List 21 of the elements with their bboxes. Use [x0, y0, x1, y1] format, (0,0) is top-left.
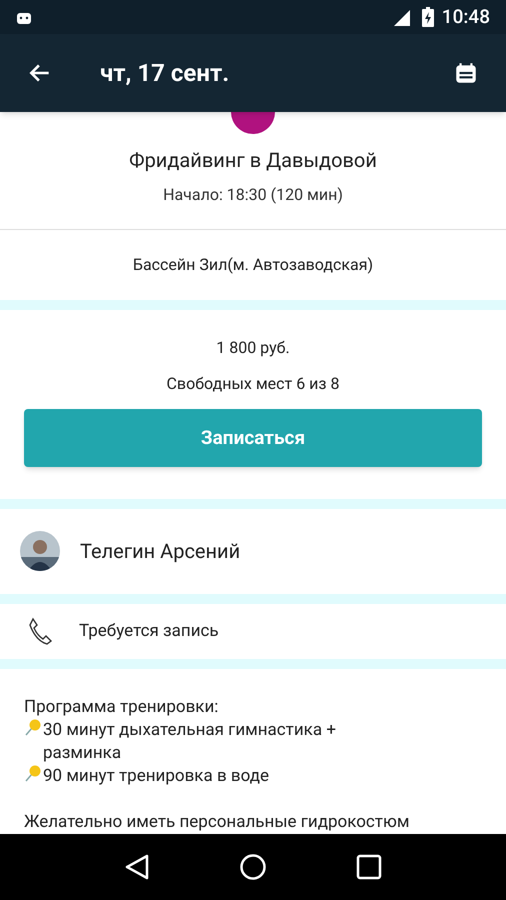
free-seats: Свободных мест 6 из 8 — [166, 372, 340, 396]
back-nav-button[interactable] — [124, 853, 150, 882]
trainer-name: Телегин Арсений — [80, 538, 240, 566]
phone-icon — [28, 617, 52, 646]
registration-note: Требуется запись — [79, 620, 219, 643]
event-location: Бассейн Зил(м. Автозаводская) — [132, 254, 374, 276]
program-item: 30 минут дыхательная гимнастика + разминка — [43, 719, 337, 766]
pushpin-icon — [24, 719, 42, 738]
recents-button[interactable] — [356, 854, 382, 880]
program-note: Желательно иметь персональные гидрокостюм — [24, 811, 410, 834]
home-button[interactable] — [238, 853, 267, 882]
event-start-time: Начало: 18:30 (120 мин) — [163, 184, 343, 206]
toolbar-title: чт, 17 сент. — [100, 58, 230, 89]
event-price: 1 800 руб. — [216, 336, 290, 359]
event-title: Фридайвинг в Давыдовой — [129, 147, 377, 174]
battery-icon — [422, 7, 434, 27]
status-time: 10:48 — [442, 4, 490, 30]
pushpin-icon — [24, 765, 42, 784]
program-heading: Программа тренировки: — [24, 696, 220, 720]
program-item: 90 минут тренировка в воде — [43, 765, 270, 788]
signup-button[interactable]: Записаться — [24, 408, 482, 467]
